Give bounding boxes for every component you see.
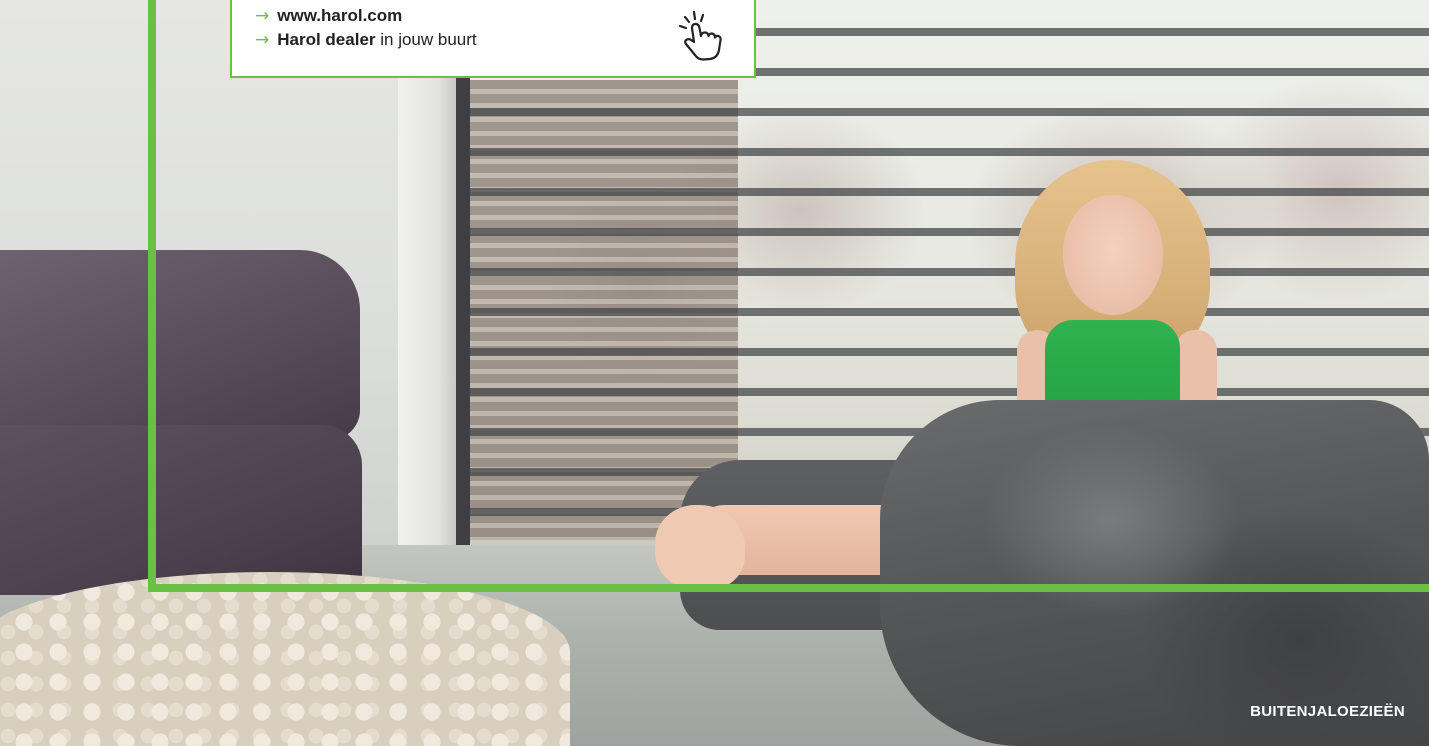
arrow-right-icon: →: [255, 6, 270, 26]
promo-banner: → www.harol.com → Harol dealer in jouw buu…: [0, 0, 1429, 746]
arrow-right-icon: →: [255, 30, 270, 50]
website-link-label: www.harol.com: [277, 6, 403, 25]
info-box: → www.harol.com → Harol dealer in jouw buu…: [230, 0, 756, 78]
dealer-link-label: Harol dealer: [277, 30, 376, 49]
category-label: BUITENJALOEZIEËN: [1250, 703, 1405, 720]
shaggy-rug: [0, 572, 570, 746]
dealer-link[interactable]: → Harol dealer in jouw buurt: [255, 30, 477, 50]
dealer-link-suffix: in jouw buurt: [375, 30, 477, 49]
tap-hand-icon: [678, 10, 722, 61]
website-link[interactable]: → www.harol.com: [255, 6, 402, 26]
green-frame-outline: [148, 0, 1429, 592]
